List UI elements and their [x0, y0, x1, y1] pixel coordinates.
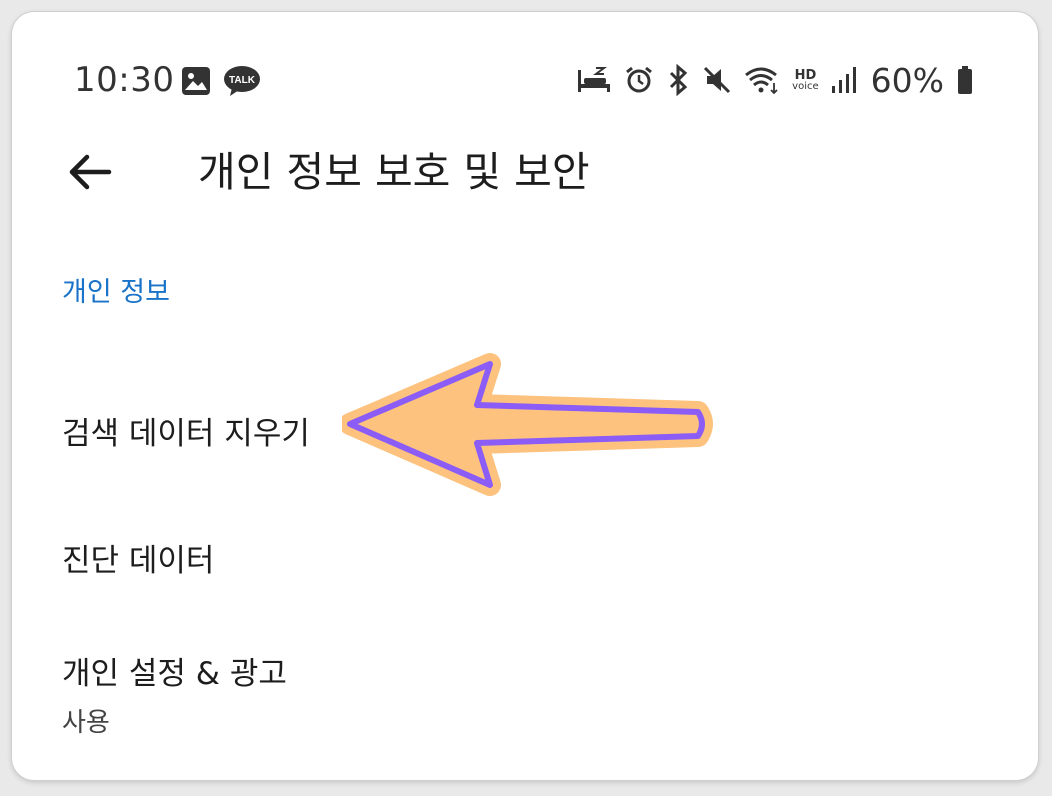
signal-icon [831, 66, 857, 94]
hd-voice-icon: HD voice [792, 69, 818, 92]
annotation-arrow-icon [342, 353, 713, 496]
status-right-icons: HD voice 60% [576, 60, 974, 100]
list-item-personalization-ads[interactable]: 개인 설정 & 광고 사용 [12, 632, 1038, 762]
list-item-subtitle: 사용 [62, 708, 110, 738]
bluetooth-icon [666, 64, 690, 96]
status-bar: 10:30 TALK HD voice 60% [12, 52, 1038, 108]
mute-icon [702, 65, 732, 95]
phone-screen: 10:30 TALK HD voice 60% 개인 정보 보호 및 보안 개인… [12, 12, 1038, 780]
wifi-icon [744, 65, 780, 95]
section-header-personal-info: 개인 정보 [62, 277, 170, 308]
list-item-diagnostic-data[interactable]: 진단 데이터 [12, 507, 1038, 607]
alarm-icon [624, 65, 654, 95]
sleep-icon [576, 66, 612, 94]
talk-label: TALK [229, 75, 256, 86]
status-left-icons: TALK [180, 64, 262, 98]
kakaotalk-icon: TALK [222, 64, 262, 98]
voice-label: voice [792, 80, 819, 92]
list-item-title: 개인 설정 & 광고 [62, 656, 287, 692]
arrow-left-icon [69, 154, 112, 190]
list-item-title: 진단 데이터 [62, 543, 215, 579]
battery-percent: 60% [870, 60, 944, 100]
back-button[interactable] [62, 144, 118, 200]
page-title: 개인 정보 보호 및 보안 [198, 148, 590, 196]
hd-label: HD [794, 67, 817, 83]
gallery-icon [180, 64, 212, 98]
list-item-title: 검색 데이터 지우기 [62, 416, 310, 452]
battery-icon [956, 65, 974, 95]
status-time: 10:30 [74, 60, 175, 100]
app-bar: 개인 정보 보호 및 보안 [12, 132, 1038, 212]
